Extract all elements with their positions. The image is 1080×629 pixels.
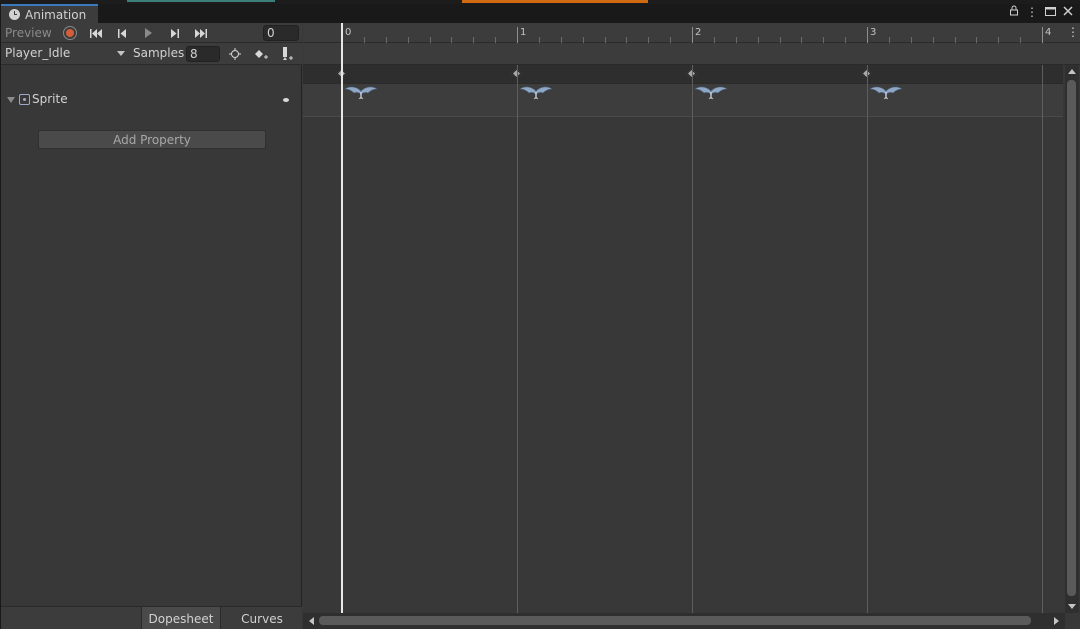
tab-indicator-teal	[127, 0, 275, 2]
tab-indicator-orange	[462, 0, 648, 3]
samples-label: Samples	[133, 46, 185, 60]
time-gridline	[1042, 65, 1043, 613]
scroll-down-icon[interactable]	[1068, 604, 1076, 609]
events-row[interactable]	[303, 43, 1080, 65]
clip-dropdown[interactable]: Player_Idle	[1, 43, 129, 64]
sprite-keyframe-thumbnail[interactable]	[519, 85, 553, 101]
first-keyframe-icon[interactable]	[85, 25, 107, 41]
more-icon[interactable]: ⋮	[1026, 5, 1038, 19]
playback-toolbar: Preview 0	[1, 23, 302, 43]
hierarchy-pane: Preview 0 Player_Idle Samples 8 Sprite A…	[1, 23, 302, 629]
add-event-icon[interactable]	[278, 46, 296, 62]
ruler-major-tick	[867, 27, 868, 43]
tab-curves[interactable]: Curves	[222, 607, 302, 629]
playhead[interactable]	[341, 23, 343, 613]
summary-keyframe-row[interactable]	[303, 65, 1063, 83]
sprite-keyframe-row[interactable]	[303, 83, 1063, 117]
time-ruler[interactable]: 0 1 2 3 4	[303, 23, 1080, 43]
ruler-label: 2	[695, 27, 702, 38]
samples-field[interactable]: 8	[186, 46, 220, 62]
ruler-label: 1	[520, 27, 527, 38]
previous-keyframe-icon[interactable]	[111, 25, 133, 41]
close-icon[interactable]	[1062, 5, 1074, 19]
horizontal-scroll-thumb[interactable]	[319, 616, 1031, 625]
property-options-icon[interactable]	[283, 98, 289, 102]
time-gridline	[517, 65, 518, 613]
animation-panel: Preview 0 Player_Idle Samples 8 Sprite A…	[1, 23, 1080, 629]
sprite-keyframe-thumbnail[interactable]	[694, 85, 728, 101]
timeline-more-icon[interactable]: ⋮	[1067, 25, 1079, 39]
tab-dopesheet[interactable]: Dopesheet	[141, 607, 221, 629]
filter-by-selection-icon[interactable]	[226, 46, 244, 62]
sprite-keyframe-thumbnail[interactable]	[344, 85, 378, 101]
preview-toggle[interactable]: Preview	[5, 26, 52, 40]
ruler-major-tick	[692, 27, 693, 43]
window-tab-bar: Animation ⋮	[0, 4, 1080, 23]
add-keyframe-icon[interactable]	[252, 46, 270, 62]
add-property-button[interactable]: Add Property	[38, 130, 266, 149]
dopesheet-timeline[interactable]: 0 1 2 3 4 ⋮	[303, 23, 1080, 629]
property-row-sprite[interactable]: Sprite	[1, 89, 302, 111]
next-keyframe-icon[interactable]	[163, 25, 185, 41]
ruler-major-tick	[1042, 27, 1043, 43]
ruler-label: 0	[345, 27, 352, 38]
window-controls: ⋮	[1008, 5, 1074, 19]
foldout-arrow-icon[interactable]	[7, 97, 15, 103]
scroll-right-icon[interactable]	[1054, 617, 1059, 625]
ruler-label: 4	[1045, 27, 1052, 38]
time-gridline	[867, 65, 868, 613]
scroll-up-icon[interactable]	[1068, 69, 1076, 74]
sprite-icon	[19, 94, 30, 105]
play-icon[interactable]	[137, 25, 159, 41]
record-icon[interactable]	[63, 26, 77, 40]
vertical-scrollbar[interactable]	[1065, 65, 1079, 613]
tab-animation[interactable]: Animation	[1, 4, 98, 23]
clock-icon	[9, 9, 20, 20]
chevron-down-icon	[117, 51, 125, 56]
vertical-scroll-thumb[interactable]	[1067, 80, 1076, 596]
lock-icon[interactable]	[1008, 5, 1020, 19]
last-keyframe-icon[interactable]	[189, 25, 211, 41]
maximize-icon[interactable]	[1044, 5, 1056, 19]
scroll-left-icon[interactable]	[309, 617, 314, 625]
sprite-keyframe-thumbnail[interactable]	[869, 85, 903, 101]
ruler-major-tick	[517, 27, 518, 43]
ruler-label: 3	[870, 27, 877, 38]
clip-dropdown-value: Player_Idle	[5, 46, 71, 60]
clip-toolbar: Player_Idle Samples 8	[1, 43, 302, 65]
property-label: Sprite	[32, 92, 68, 106]
current-frame-field[interactable]: 0	[263, 25, 299, 41]
horizontal-scrollbar[interactable]	[303, 613, 1065, 629]
time-gridline	[692, 65, 693, 613]
tab-title: Animation	[25, 7, 87, 22]
view-mode-bar: Dopesheet Curves	[1, 606, 302, 629]
